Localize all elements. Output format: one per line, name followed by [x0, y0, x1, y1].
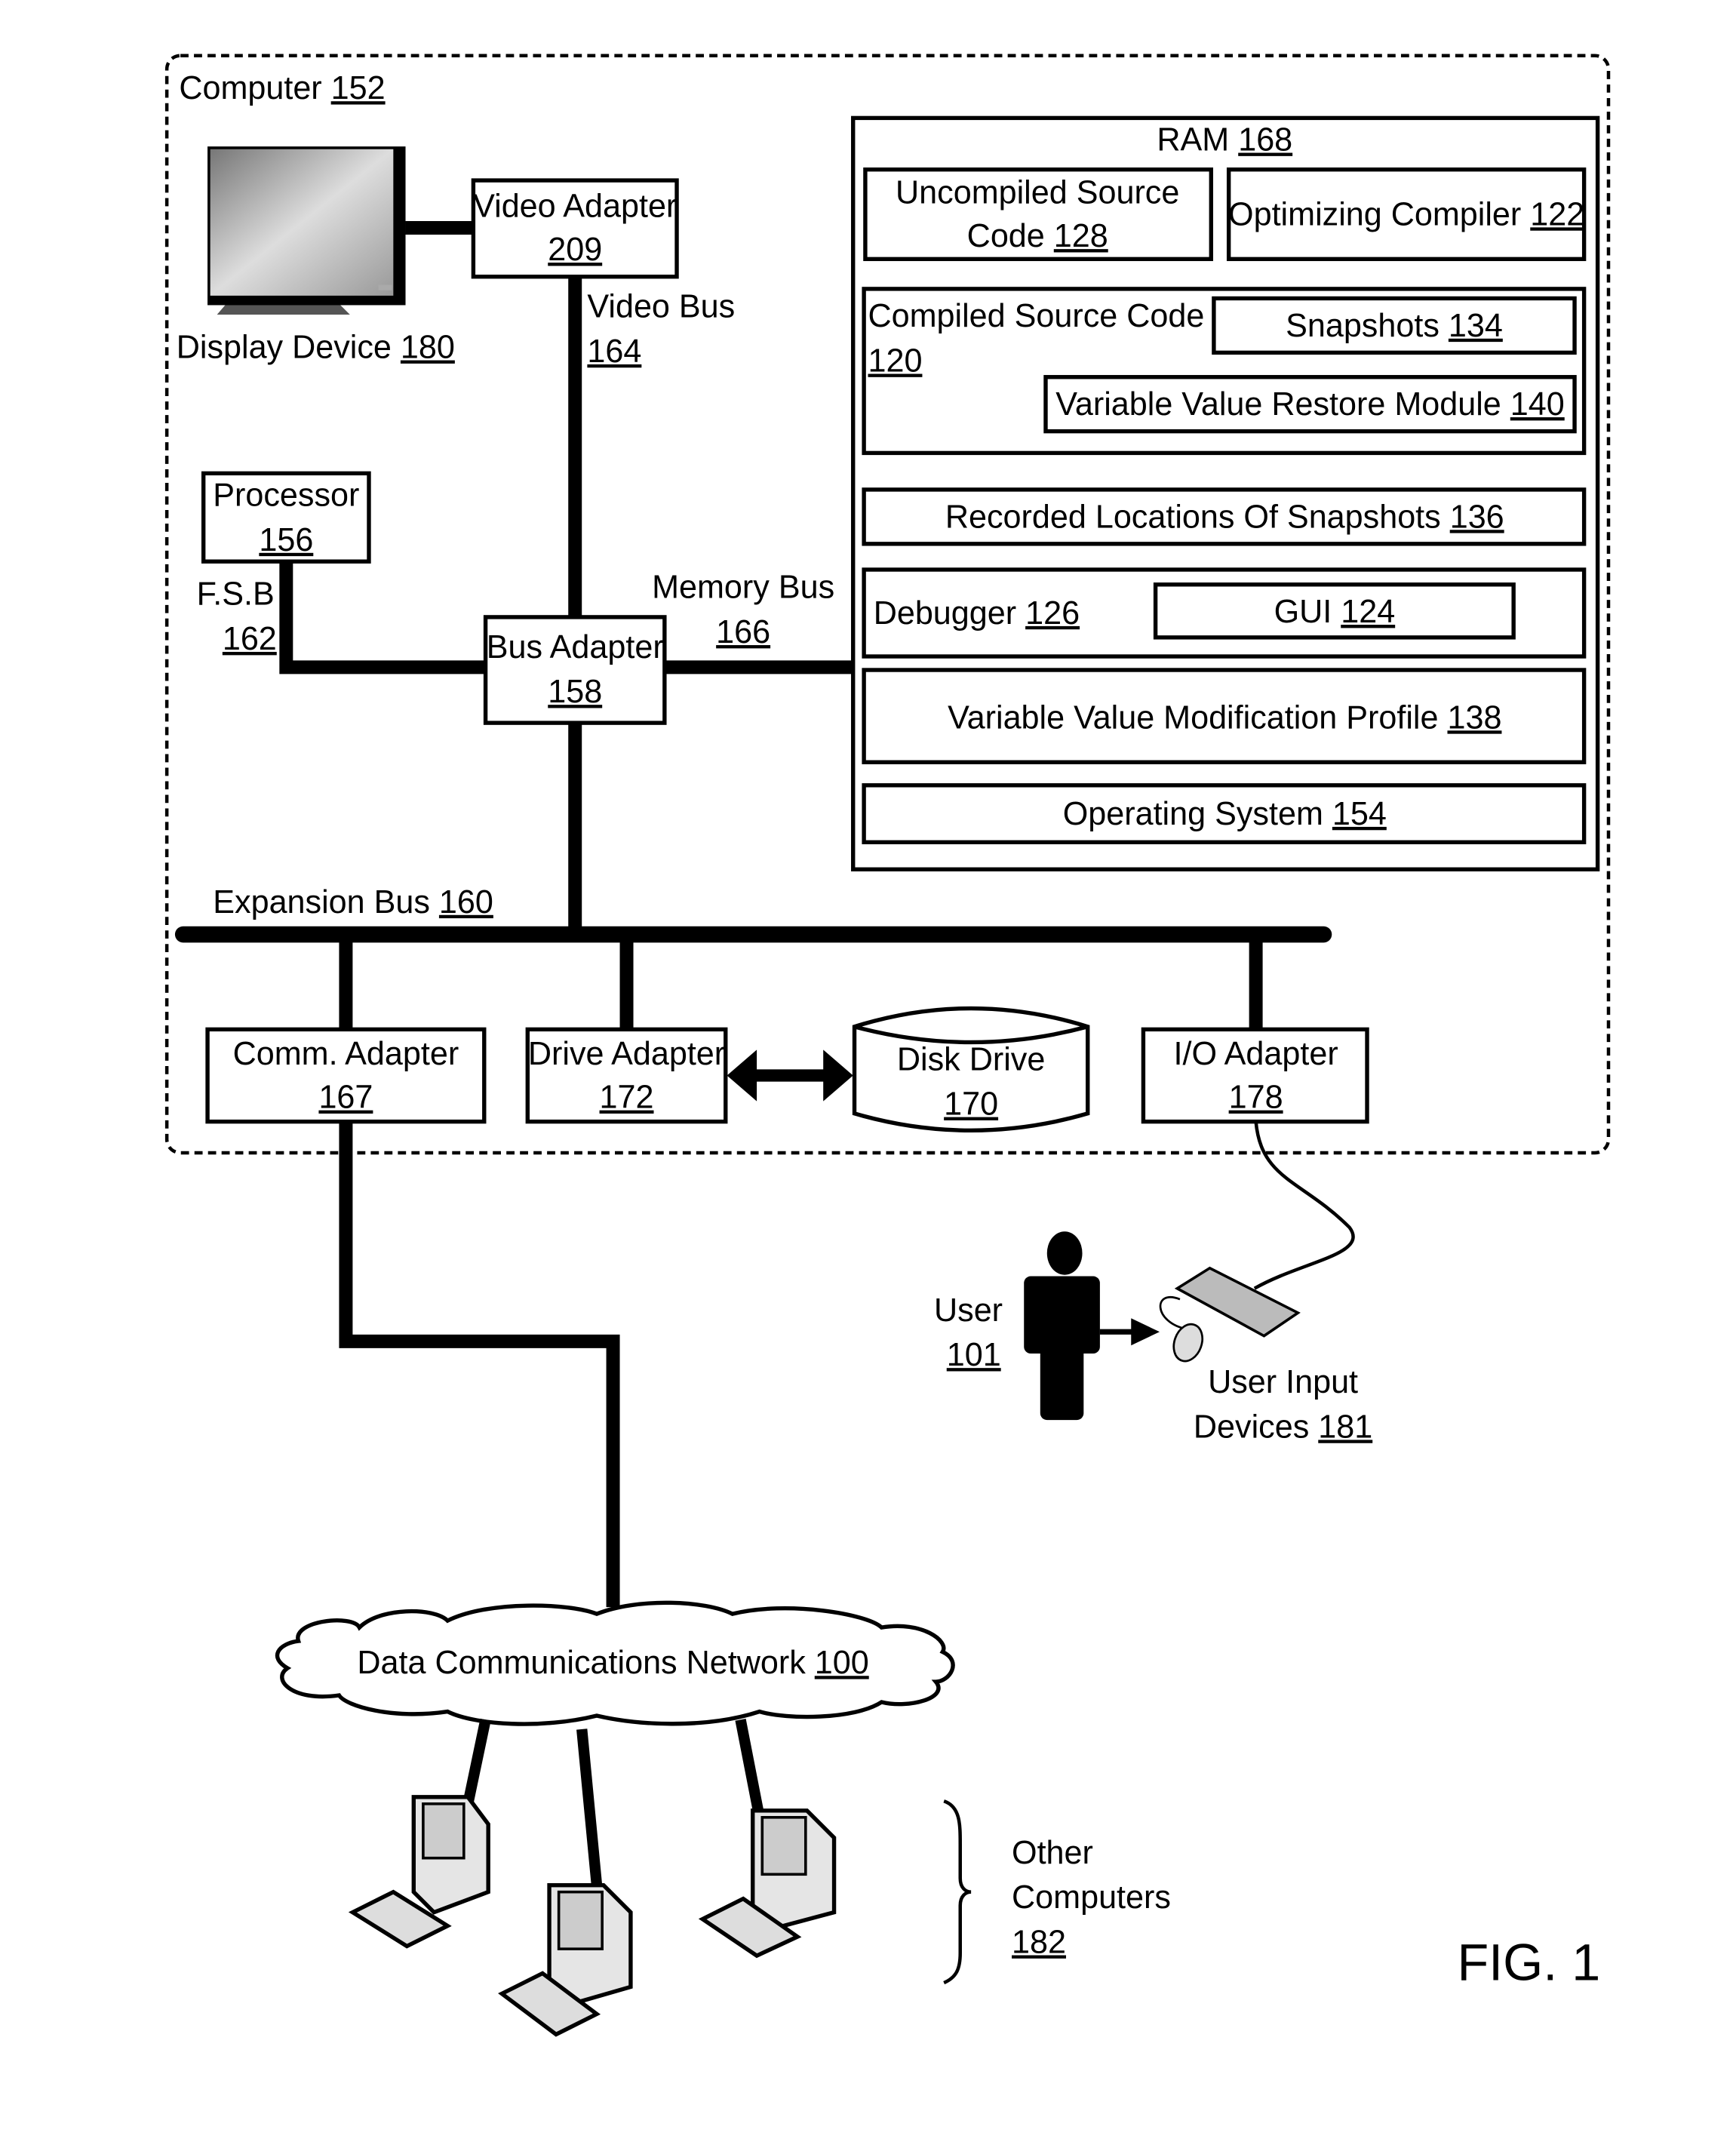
optimizing-compiler-label: Optimizing Compiler 122	[1228, 196, 1584, 232]
user-input-devices-ref: Devices 181	[1194, 1409, 1372, 1445]
uncompiled-source-ref: Code 128	[967, 218, 1108, 254]
operating-system-label: Operating System 154	[1063, 796, 1387, 832]
computer-icon	[498, 1882, 633, 2037]
video-adapter-ref: 209	[548, 232, 602, 268]
network-link	[339, 1121, 620, 1608]
computer-icon	[348, 1795, 490, 1949]
user-input-devices-label: User Input	[1208, 1364, 1358, 1400]
comm-adapter-ref: 167	[318, 1080, 373, 1116]
fsb-label: F.S.B	[197, 576, 275, 613]
bus-adapter-ref: 158	[548, 674, 602, 710]
fsb-line	[279, 561, 486, 674]
double-arrow-icon	[727, 1049, 853, 1102]
user-ref: 101	[947, 1337, 1001, 1373]
other-computers-line1: Other	[1012, 1835, 1093, 1871]
memory-bus-ref: 166	[716, 614, 770, 650]
comm-adapter-label: Comm. Adapter	[233, 1036, 459, 1072]
mouse-icon	[1159, 1296, 1204, 1363]
io-adapter-ref: 178	[1229, 1080, 1283, 1116]
video-bus-ref: 164	[587, 333, 641, 370]
display-device-label: Display Device 180	[177, 330, 455, 366]
debugger-label: Debugger 126	[874, 595, 1080, 631]
user-label: User	[934, 1292, 1003, 1329]
other-computer-link-3	[735, 1718, 765, 1819]
computer-icon	[698, 1808, 837, 1959]
figure-label: FIG. 1	[1457, 1934, 1600, 1992]
uncompiled-source-label: Uncompiled Source	[896, 175, 1179, 211]
video-bus-label: Video Bus	[587, 289, 735, 325]
other-computer-link-2	[576, 1728, 603, 1886]
processor-ref: 156	[259, 522, 313, 558]
gui-label: GUI 124	[1274, 594, 1396, 630]
bus-adapter-label: Bus Adapter	[487, 629, 664, 665]
processor-label: Processor	[213, 478, 359, 514]
video-adapter-label: Video Adapter	[473, 189, 677, 225]
arrow-icon	[1099, 1318, 1160, 1346]
brace-icon	[943, 1799, 972, 1985]
io-adapter-label: I/O Adapter	[1174, 1036, 1338, 1072]
restore-module-label: Variable Value Restore Module 140	[1055, 386, 1564, 423]
user-icon	[1024, 1231, 1100, 1421]
compiled-source-ref: 120	[868, 343, 923, 379]
other-computer-link-1	[462, 1718, 491, 1805]
drive-adapter-label: Drive Adapter	[528, 1036, 725, 1072]
disk-drive-ref: 170	[944, 1086, 998, 1123]
compiled-source-label: Compiled Source Code	[868, 298, 1205, 334]
other-computers-line2: Computers	[1012, 1879, 1171, 1916]
display-device-icon	[207, 146, 406, 315]
recorded-locations-label: Recorded Locations Of Snapshots 136	[945, 499, 1504, 535]
io-cable	[1253, 1121, 1355, 1290]
fsb-ref: 162	[223, 621, 277, 657]
expansion-bus-label: Expansion Bus 160	[213, 884, 493, 920]
other-computers-ref: 182	[1012, 1925, 1066, 1961]
modification-profile-label: Variable Value Modification Profile 138	[948, 699, 1501, 736]
disk-drive-label: Disk Drive	[897, 1041, 1045, 1077]
computer-label: Computer 152	[179, 70, 385, 106]
memory-bus-label: Memory Bus	[652, 570, 834, 606]
drive-adapter-ref: 172	[600, 1080, 654, 1116]
snapshots-label: Snapshots 134	[1286, 308, 1503, 344]
ram-label: RAM 168	[1157, 122, 1292, 158]
fig1-diagram: Computer 152 Display Device 180 Video Ad…	[164, 54, 1611, 2037]
network-label: Data Communications Network 100	[357, 1645, 868, 1681]
